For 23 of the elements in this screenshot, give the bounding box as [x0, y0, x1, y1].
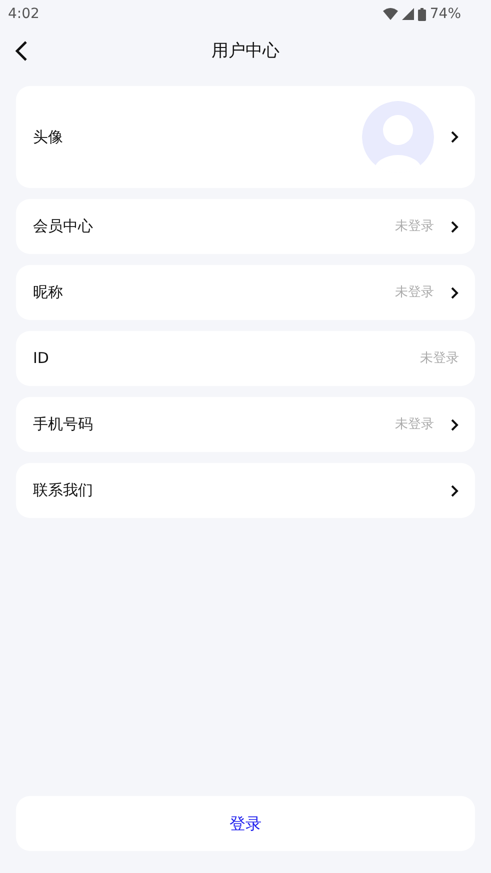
row-value: 未登录: [420, 350, 459, 368]
battery-percentage: 74%: [430, 4, 461, 24]
wifi-icon: [382, 8, 398, 20]
settings-row[interactable]: 手机号码 未登录: [16, 397, 475, 452]
row-label: ID: [33, 348, 50, 370]
row-label: 会员中心: [33, 216, 94, 238]
avatar-row[interactable]: 头像: [16, 86, 475, 188]
row-value: 未登录: [395, 218, 434, 236]
status-time: 4:02: [8, 4, 40, 24]
row-value: 未登录: [395, 416, 434, 434]
login-button[interactable]: 登录: [16, 796, 475, 851]
row-label: 手机号码: [33, 414, 94, 436]
page-title: 用户中心: [212, 40, 280, 64]
row-value: 未登录: [395, 284, 434, 302]
settings-row[interactable]: 昵称 未登录: [16, 265, 475, 320]
battery-icon: [418, 8, 426, 20]
row-label: 昵称: [33, 282, 64, 304]
row-label: 联系我们: [33, 480, 94, 502]
signal-icon: [402, 8, 414, 20]
settings-row[interactable]: 联系我们: [16, 463, 475, 518]
settings-row[interactable]: 会员中心 未登录: [16, 199, 475, 254]
back-icon[interactable]: [14, 40, 28, 62]
row-label: 头像: [33, 126, 64, 148]
